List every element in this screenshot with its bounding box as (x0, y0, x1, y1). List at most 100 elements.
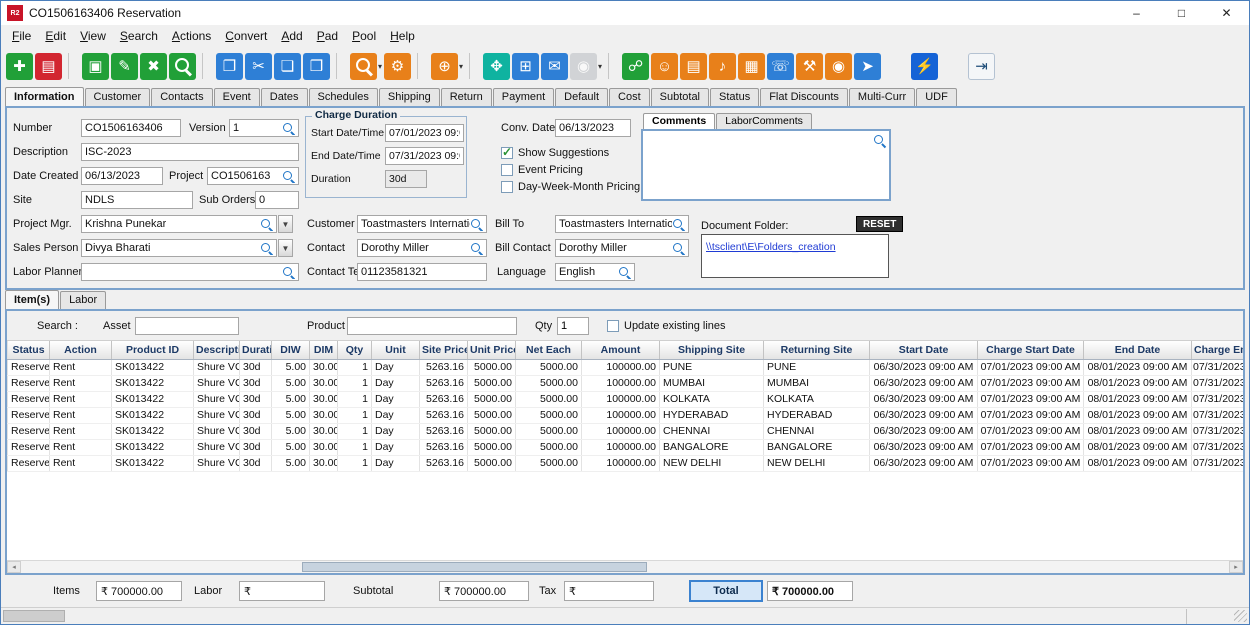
bill-to-field[interactable]: Toastmasters Internation (555, 215, 689, 233)
column-header[interactable]: Unit (372, 341, 420, 359)
tab[interactable]: Payment (493, 88, 554, 106)
snapshot-icon[interactable]: ◉ (825, 53, 852, 80)
column-header[interactable]: Product ID (112, 341, 194, 359)
column-header[interactable]: Shipping Site (660, 341, 764, 359)
tab[interactable]: UDF (916, 88, 957, 106)
contact-tel-field[interactable]: 01123581321 (357, 263, 487, 281)
column-header[interactable]: Net Each (516, 341, 582, 359)
invoice-icon[interactable]: ▤ (680, 53, 707, 80)
sales-person-field[interactable]: Divya Bharati (81, 239, 277, 257)
minimize-button[interactable]: – (1114, 1, 1159, 25)
schedule-calendar-icon[interactable]: ▦ (738, 53, 765, 80)
table-horizontal-scrollbar[interactable]: ◂ ▸ (7, 560, 1243, 573)
delete-icon[interactable]: ✖ (140, 53, 167, 80)
menu-item[interactable]: View (73, 27, 113, 45)
search-icon[interactable] (260, 218, 273, 231)
expand-icon[interactable]: ✥ (483, 53, 510, 80)
tab[interactable]: Dates (261, 88, 308, 106)
tab[interactable]: Information (5, 87, 84, 106)
checkbox-row[interactable]: Day-Week-Month Pricing (501, 178, 640, 195)
checkbox[interactable] (501, 164, 513, 176)
music-note-icon[interactable]: ♪ (709, 53, 736, 80)
checkbox[interactable] (501, 181, 513, 193)
search-icon[interactable] (282, 122, 295, 135)
table-row[interactable]: Reserved Rent SK013422 Shure VOG Mic 30d… (8, 423, 1244, 439)
edit-icon[interactable]: ✎ (111, 53, 138, 80)
chevron-down-icon[interactable]: ▾ (459, 62, 463, 71)
column-header[interactable]: Duration (240, 341, 272, 359)
checkbox[interactable] (501, 147, 513, 159)
paste-icon[interactable]: ❒ (303, 53, 330, 80)
search-icon[interactable] (470, 242, 483, 255)
column-header[interactable]: DIM (310, 341, 338, 359)
tab[interactable]: Customer (85, 88, 151, 106)
column-header[interactable]: Site Price (420, 341, 468, 359)
menu-item[interactable]: Add (274, 27, 309, 45)
copy-icon[interactable]: ❏ (274, 53, 301, 80)
bill-contact-field[interactable]: Dorothy Miller (555, 239, 689, 257)
column-header[interactable]: Amount (582, 341, 660, 359)
menu-item[interactable]: Search (113, 27, 165, 45)
search-icon[interactable] (260, 242, 273, 255)
menu-item[interactable]: Pad (310, 27, 345, 45)
search-icon[interactable] (618, 266, 631, 279)
menu-item[interactable]: Pool (345, 27, 383, 45)
tab[interactable]: Return (441, 88, 492, 106)
comments-textarea[interactable] (641, 129, 891, 201)
comments-bubble-icon[interactable]: ✉ (541, 53, 568, 80)
chevron-down-icon[interactable]: ▾ (598, 62, 602, 71)
tab[interactable]: Cost (609, 88, 650, 106)
truck-icon[interactable]: ➤ (854, 53, 881, 80)
search-icon[interactable] (672, 242, 685, 255)
labor-planner-field[interactable] (81, 263, 299, 281)
column-header[interactable]: DIW (272, 341, 310, 359)
tab[interactable]: Subtotal (651, 88, 709, 106)
menu-item[interactable]: Actions (165, 27, 218, 45)
search-icon[interactable] (873, 134, 886, 147)
grid-windows-icon[interactable]: ⊞ (512, 53, 539, 80)
table-row[interactable]: Reserved Rent SK013422 Shure VOG Mic 30d… (8, 439, 1244, 455)
print-reservation-icon[interactable]: ▤ (35, 53, 62, 80)
scrollbar-thumb[interactable] (302, 562, 647, 572)
product-input[interactable] (347, 317, 517, 335)
start-datetime-field[interactable]: 07/01/2023 09:00 AM (385, 124, 464, 142)
search-icon[interactable] (672, 218, 685, 231)
site-field[interactable]: NDLS (81, 191, 193, 209)
search-icon[interactable] (282, 170, 295, 183)
options-gear-icon[interactable]: ⚙ (384, 53, 411, 80)
scrollbar-thumb[interactable] (3, 610, 65, 622)
maximize-button[interactable]: □ (1159, 1, 1204, 25)
menu-item[interactable]: Edit (38, 27, 73, 45)
menu-item[interactable]: Convert (218, 27, 274, 45)
column-header[interactable]: Action (50, 341, 112, 359)
tab[interactable]: Flat Discounts (760, 88, 848, 106)
qty-input[interactable] (557, 317, 589, 335)
column-header[interactable]: End Date (1084, 341, 1192, 359)
column-header[interactable]: Charge Start Date (978, 341, 1084, 359)
new-order-icon[interactable]: ✚ (6, 53, 33, 80)
number-field[interactable]: CO1506163406 (81, 119, 181, 137)
close-button[interactable]: ✕ (1204, 1, 1249, 25)
menu-item[interactable]: File (5, 27, 38, 45)
preview-icon[interactable]: ❐ (216, 53, 243, 80)
reset-button[interactable]: RESET (856, 216, 903, 232)
description-field[interactable]: ISC-2023 (81, 143, 299, 161)
comments-tab[interactable]: LaborComments (716, 113, 812, 129)
checkbox-row[interactable]: Event Pricing (501, 161, 640, 178)
chat-icon[interactable]: ☏ (767, 53, 794, 80)
scroll-left-arrow[interactable]: ◂ (7, 561, 21, 573)
column-header[interactable]: Unit Price (468, 341, 516, 359)
items-tab[interactable]: Item(s) (5, 290, 59, 309)
column-header[interactable]: Status (8, 341, 50, 359)
find-icon[interactable] (169, 53, 196, 80)
comments-tab[interactable]: Comments (643, 113, 715, 129)
tab[interactable]: Multi-Curr (849, 88, 915, 106)
asset-input[interactable] (135, 317, 239, 335)
table-row[interactable]: Reserved Rent SK013422 Shure VOG Mic 30d… (8, 359, 1244, 375)
items-tab[interactable]: Labor (60, 291, 106, 309)
window-horizontal-scrollbar[interactable] (1, 607, 1249, 624)
find-order-icon[interactable] (350, 53, 377, 80)
tab[interactable]: Status (710, 88, 759, 106)
exit-icon[interactable]: ⇥ (968, 53, 995, 80)
org-chart-icon[interactable]: ☍ (622, 53, 649, 80)
